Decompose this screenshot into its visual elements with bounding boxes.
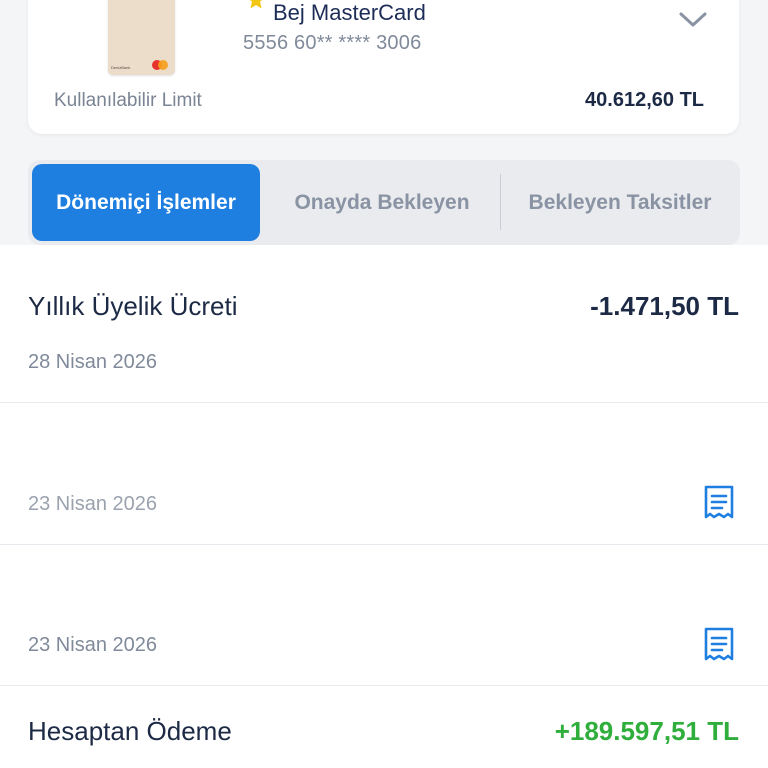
transaction-row[interactable]: Yıllık Üyelik Ücreti -1.471,50 TL 28 Nis… <box>0 245 768 403</box>
card-transactions-screen: DenizBank Bej MasterCard 5556 60** **** … <box>0 0 768 768</box>
transaction-title: Yıllık Üyelik Ücreti <box>28 291 238 321</box>
tab-pending-installments[interactable]: Bekleyen Taksitler <box>504 164 736 241</box>
transaction-date: 28 Nisan 2026 <box>28 351 157 373</box>
tab-divider <box>500 174 501 230</box>
available-limit-value: 40.612,60 TL <box>585 89 704 111</box>
transaction-title: Hesaptan Ödeme <box>28 716 232 746</box>
chevron-down-icon[interactable] <box>678 10 708 30</box>
transaction-amount: -1.471,50 TL <box>590 291 739 321</box>
card-number: 5556 60** **** 3006 <box>243 32 422 54</box>
card-name: Bej MasterCard <box>273 0 426 25</box>
transaction-row[interactable]: 23 Nisan 2026 <box>0 545 768 686</box>
favorite-star-icon[interactable] <box>246 0 266 10</box>
transaction-amount: +189.597,51 TL <box>554 716 739 746</box>
transaction-row[interactable]: 23 Nisan 2026 <box>0 403 768 545</box>
transaction-row[interactable]: Hesaptan Ödeme +189.597,51 TL <box>0 686 768 768</box>
card-image: DenizBank <box>108 0 175 75</box>
receipt-icon[interactable] <box>702 627 736 663</box>
card-summary[interactable]: DenizBank Bej MasterCard 5556 60** **** … <box>28 0 739 134</box>
transaction-tabs: Dönemiçi İşlemler Onayda Bekleyen Bekley… <box>28 160 740 245</box>
card-brand-mark: DenizBank <box>111 65 131 70</box>
tab-current-period[interactable]: Dönemiçi İşlemler <box>32 164 260 241</box>
tab-pending-approval[interactable]: Onayda Bekleyen <box>264 164 500 241</box>
transaction-date: 23 Nisan 2026 <box>28 634 157 656</box>
mastercard-logo-icon <box>152 60 168 70</box>
available-limit-label: Kullanılabilir Limit <box>54 90 202 111</box>
transaction-date: 23 Nisan 2026 <box>28 493 157 515</box>
receipt-icon[interactable] <box>702 485 736 521</box>
